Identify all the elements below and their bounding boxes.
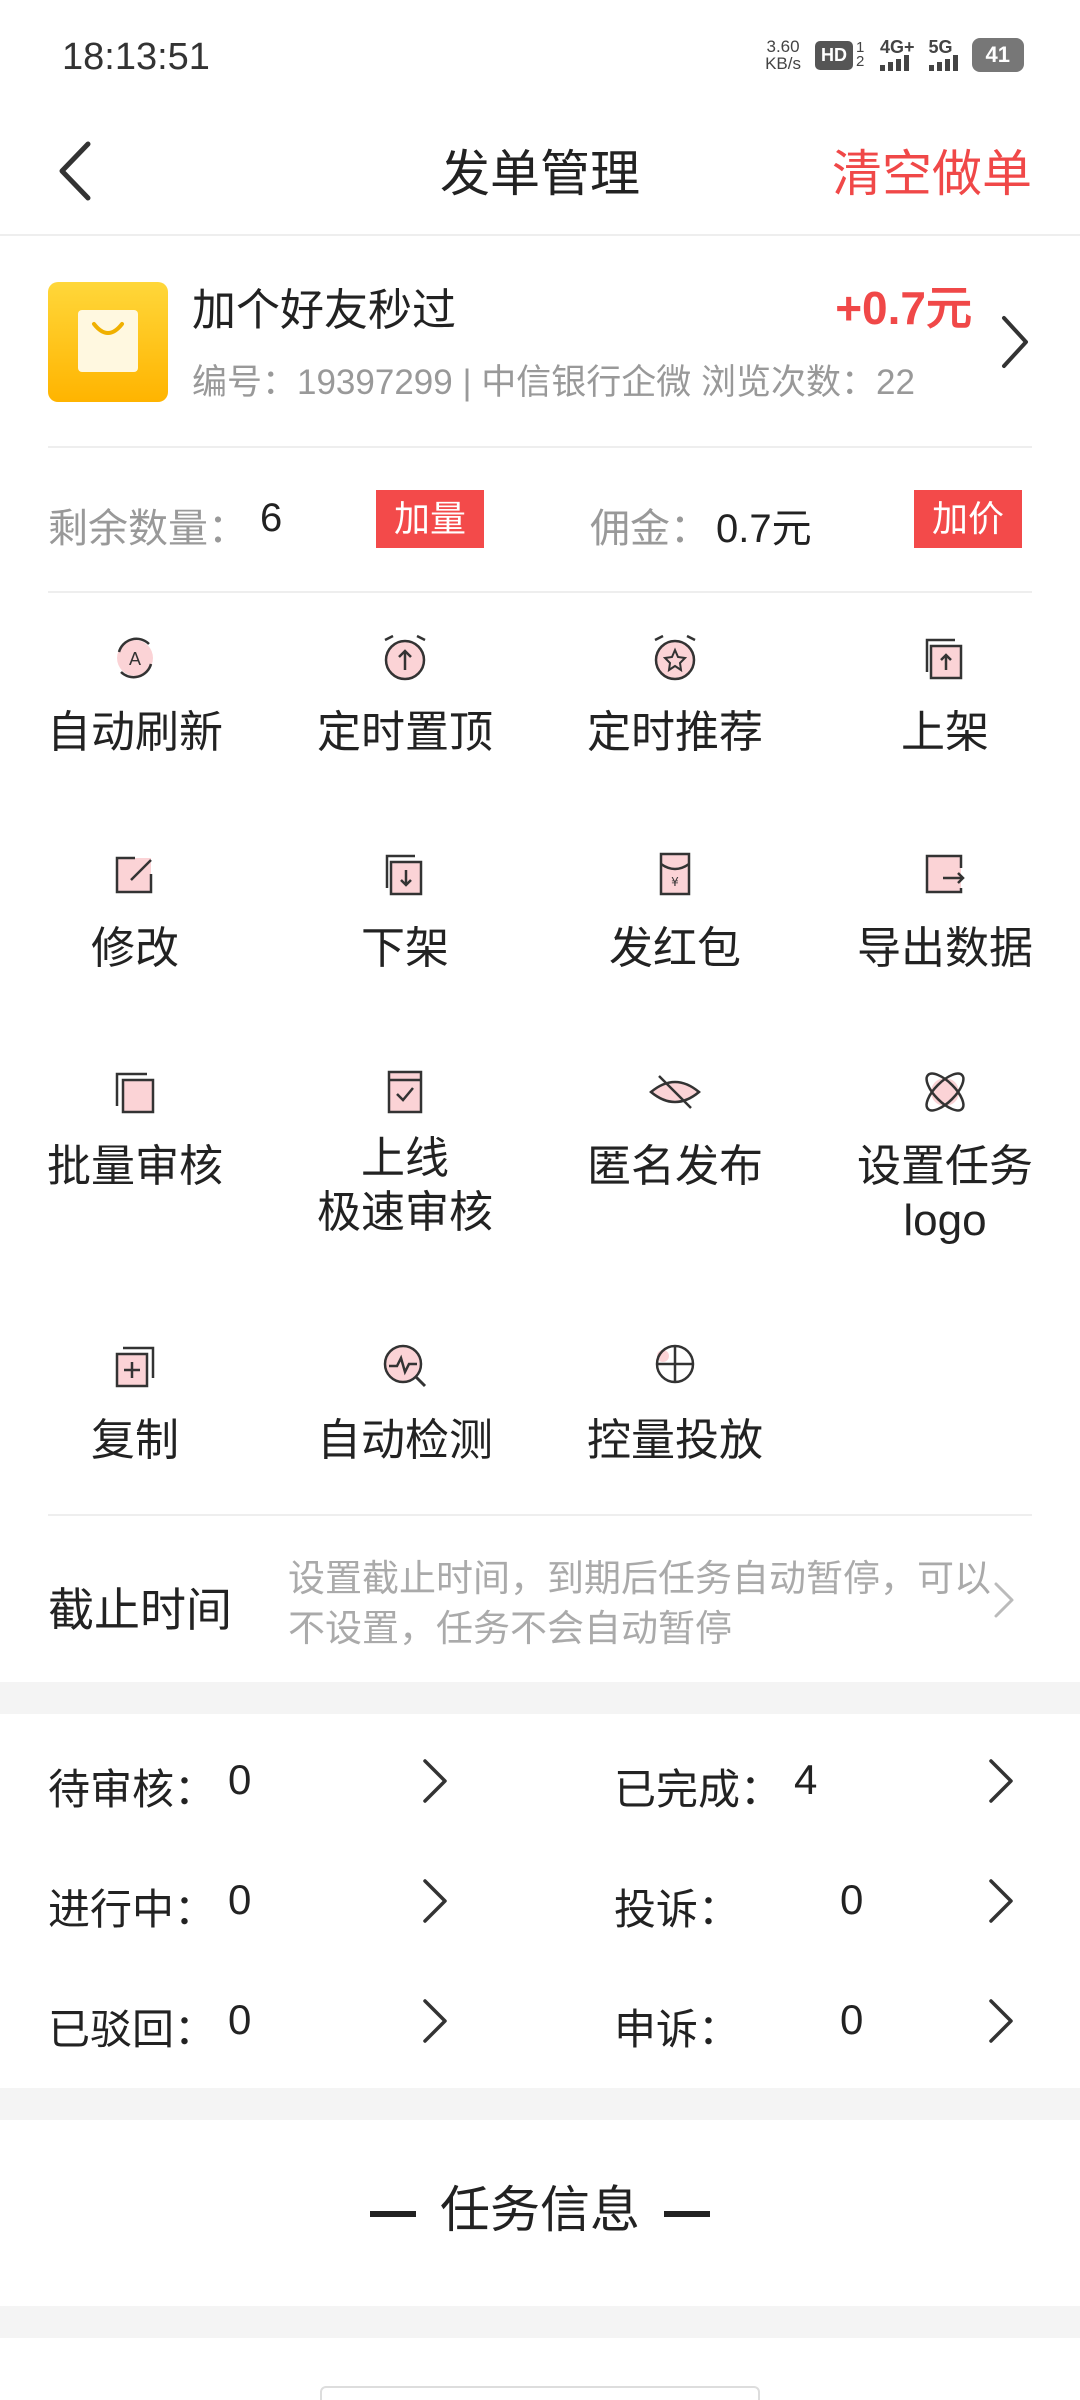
shopping-bag-icon [78, 310, 138, 372]
batch-review-icon [115, 1072, 155, 1114]
heading-dash-right [664, 2210, 710, 2217]
copy-icon [115, 1346, 155, 1388]
remaining-label: 剩余数量： [48, 507, 248, 551]
heading-dash-left [370, 2210, 416, 2217]
signal-5g-icon: 5G [928, 38, 958, 71]
action-anonymous-publish[interactable]: 匿名发布 [540, 1062, 810, 1194]
auto-refresh-icon: A [117, 637, 153, 679]
chevron-right-icon [994, 1582, 1014, 1618]
section-divider [0, 2306, 1080, 2338]
crosshair-icon [655, 1344, 695, 1384]
auto-detect-icon [383, 1344, 427, 1388]
action-auto-refresh[interactable]: A 自动刷新 [0, 628, 270, 760]
clear-orders-button[interactable]: 清空做单 [832, 134, 1032, 206]
task-card[interactable]: 加个好友秒过 编号：19397299 | 中信银行企微 浏览次数：22 +0.7… [48, 236, 1032, 448]
pending-label: 待审核： [48, 1766, 217, 1813]
action-shelf-up[interactable]: 上架 [810, 628, 1080, 760]
chevron-right-icon [423, 1879, 447, 1923]
commission-label: 佣金： [590, 507, 710, 551]
deadline-hint: 设置截止时间，到期后任务自动暂停，可以不设置，任务不会自动暂停 [288, 1558, 991, 1649]
signal-4g-icon: 4G+ [879, 38, 915, 71]
status-bar: 18:13:51 3.60 KB/s HD 1 2 4G+ 5G 41 [0, 0, 1080, 110]
action-shelf-down[interactable]: 下架 [270, 844, 540, 976]
task-meta: 编号：19397299 | 中信银行企微 浏览次数：22 [192, 363, 915, 402]
atom-logo-icon [925, 1072, 965, 1112]
svg-text:A: A [129, 649, 141, 669]
deadline-label: 截止时间 [48, 1584, 232, 1636]
task-title: 加个好友秒过 [192, 286, 456, 335]
action-fast-review[interactable]: 上线 极速审核 [270, 1062, 540, 1240]
action-export-data[interactable]: 导出数据 [810, 844, 1080, 976]
eye-off-icon [649, 1075, 701, 1109]
action-set-logo[interactable]: 设置任务 logo [810, 1062, 1080, 1248]
export-icon [925, 854, 965, 894]
action-controlled-release[interactable]: 控量投放 [540, 1336, 810, 1468]
action-red-packet[interactable]: ¥ 发红包 [540, 844, 810, 976]
status-indicators: 3.60 KB/s HD 1 2 4G+ 5G 41 [765, 38, 1024, 72]
chevron-right-icon [1002, 316, 1028, 368]
edit-icon [115, 856, 153, 894]
shelf-up-icon [925, 638, 963, 680]
status-time: 18:13:51 [62, 36, 210, 78]
chevron-right-icon [423, 1759, 447, 1803]
action-timed-top[interactable]: 定时置顶 [270, 628, 540, 760]
commission-value: 0.7元 [716, 507, 812, 551]
complaint-label: 投诉： [614, 1886, 741, 1933]
task-logo [48, 282, 168, 402]
alarm-star-icon [654, 634, 696, 681]
complaint-value: 0 [840, 1876, 864, 1923]
fast-review-icon [387, 1070, 423, 1114]
chevron-right-icon [989, 1999, 1013, 2043]
shelf-down-icon [385, 854, 423, 896]
action-edit[interactable]: 修改 [0, 844, 270, 976]
rejected-label: 已驳回： [48, 2006, 217, 2053]
rejected-value: 0 [228, 1996, 252, 2043]
appeal-label: 申诉： [614, 2006, 741, 2053]
remaining-value: 6 [260, 496, 283, 540]
chevron-right-icon [989, 1759, 1013, 1803]
completed-value: 4 [794, 1756, 818, 1803]
add-price-button[interactable]: 加价 [914, 490, 1023, 548]
svg-text:¥: ¥ [671, 875, 679, 889]
completed-label: 已完成： [614, 1766, 783, 1813]
in-progress-value: 0 [228, 1876, 252, 1923]
action-copy[interactable]: 复制 [0, 1336, 270, 1468]
hd-icon: HD [814, 40, 853, 70]
network-speed: 3.60 KB/s [765, 37, 801, 73]
section-divider [0, 1682, 1080, 1714]
bottom-partial-element [320, 2386, 760, 2400]
action-timed-recommend[interactable]: 定时推荐 [540, 628, 810, 760]
action-auto-detect[interactable]: 自动检测 [270, 1336, 540, 1468]
pending-value: 0 [228, 1756, 252, 1803]
quantity-row: 剩余数量： 6 加量 佣金： 0.7元 加价 [48, 448, 1032, 593]
alarm-top-icon [384, 634, 426, 681]
task-info-heading: 任务信息 [0, 2170, 1080, 2242]
add-quantity-button[interactable]: 加量 [376, 490, 485, 548]
in-progress-label: 进行中： [48, 1886, 217, 1933]
hd-indicator: HD 1 2 [814, 40, 866, 70]
red-packet-icon: ¥ [659, 852, 691, 896]
action-batch-review[interactable]: 批量审核 [0, 1062, 270, 1194]
appeal-value: 0 [840, 1996, 864, 2043]
chevron-right-icon [989, 1879, 1013, 1923]
chevron-right-icon [423, 1999, 447, 2043]
battery-icon: 41 [971, 38, 1024, 72]
task-price: +0.7元 [835, 282, 972, 334]
section-divider [0, 2088, 1080, 2120]
deadline-row[interactable]: 截止时间 设置截止时间，到期后任务自动暂停，可以不设置，任务不会自动暂停 [48, 1514, 1032, 1682]
app-header: 发单管理 清空做单 [0, 110, 1080, 236]
